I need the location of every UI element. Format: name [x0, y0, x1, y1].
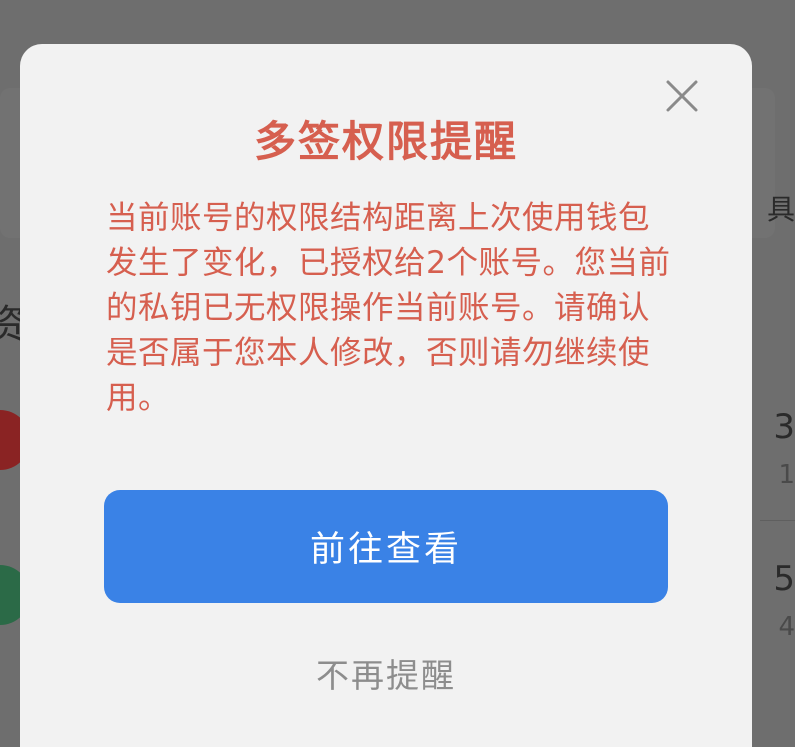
dialog-title: 多签权限提醒 — [253, 117, 518, 166]
background-partial-label: 具 — [766, 193, 795, 226]
background-divider — [760, 520, 795, 521]
dialog-message: 当前账号的权限结构距离上次使用钱包发生了变化，已授权给2个账号。您当前的私钥已无… — [106, 200, 671, 416]
go-view-button[interactable]: 前往查看 — [104, 490, 668, 603]
close-button[interactable] — [664, 78, 700, 114]
background-token-value: 3 — [773, 407, 795, 447]
close-icon — [666, 80, 698, 112]
background-token-value: 5 — [773, 559, 795, 599]
background-token-subvalue: 1 — [778, 460, 795, 490]
background-token-subvalue: 4 — [778, 612, 795, 642]
dont-remind-button[interactable]: 不再提醒 — [20, 654, 752, 698]
multisig-permission-dialog: 多签权限提醒 当前账号的权限结构距离上次使用钱包发生了变化，已授权给2个账号。您… — [20, 44, 752, 747]
